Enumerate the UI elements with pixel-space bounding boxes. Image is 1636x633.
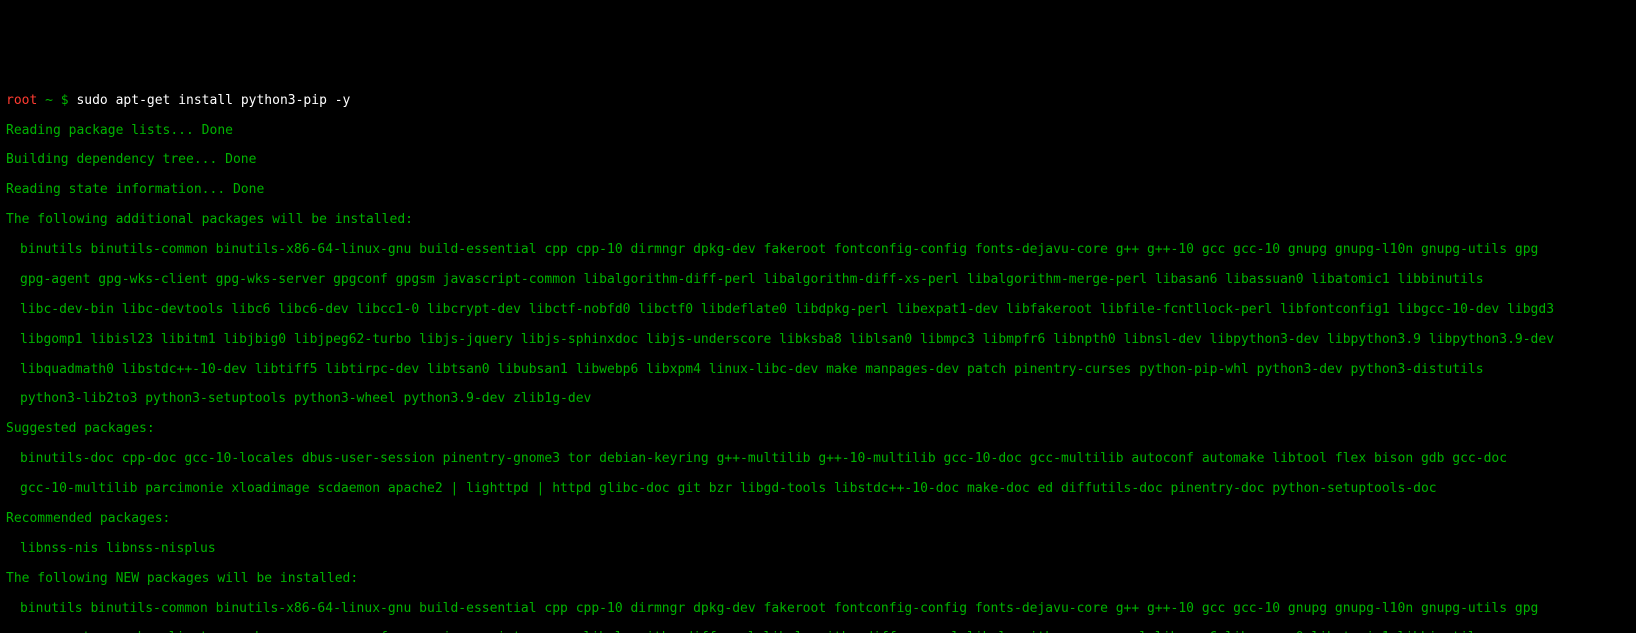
prompt-tilde: ~ xyxy=(45,93,53,108)
output-line: gpg-agent gpg-wks-client gpg-wks-server … xyxy=(6,631,1630,633)
output-line: gcc-10-multilib parcimonie xloadimage sc… xyxy=(6,482,1630,497)
terminal[interactable]: root ~ $ sudo apt-get install python3-pi… xyxy=(0,75,1636,633)
output-line: Recommended packages: xyxy=(6,512,1630,527)
prompt-user: root xyxy=(6,93,37,108)
output-line: binutils binutils-common binutils-x86-64… xyxy=(6,602,1630,617)
output-line: libnss-nis libnss-nisplus xyxy=(6,542,1630,557)
output-line: Suggested packages: xyxy=(6,422,1630,437)
output-line: Reading state information... Done xyxy=(6,183,1630,198)
output-line: libquadmath0 libstdc++-10-dev libtiff5 l… xyxy=(6,363,1630,378)
prompt-line: root ~ $ sudo apt-get install python3-pi… xyxy=(6,94,1630,109)
output-line: The following additional packages will b… xyxy=(6,213,1630,228)
command-text: sudo apt-get install python3-pip -y xyxy=(76,93,350,108)
output-line: binutils-doc cpp-doc gcc-10-locales dbus… xyxy=(6,452,1630,467)
output-line: Reading package lists... Done xyxy=(6,124,1630,139)
output-line: libc-dev-bin libc-devtools libc6 libc6-d… xyxy=(6,303,1630,318)
output-line: The following NEW packages will be insta… xyxy=(6,572,1630,587)
output-line: Building dependency tree... Done xyxy=(6,153,1630,168)
output-line: gpg-agent gpg-wks-client gpg-wks-server … xyxy=(6,273,1630,288)
output-line: binutils binutils-common binutils-x86-64… xyxy=(6,243,1630,258)
output-line: libgomp1 libisl23 libitm1 libjbig0 libjp… xyxy=(6,333,1630,348)
output-line: python3-lib2to3 python3-setuptools pytho… xyxy=(6,392,1630,407)
prompt-dollar: $ xyxy=(61,93,69,108)
